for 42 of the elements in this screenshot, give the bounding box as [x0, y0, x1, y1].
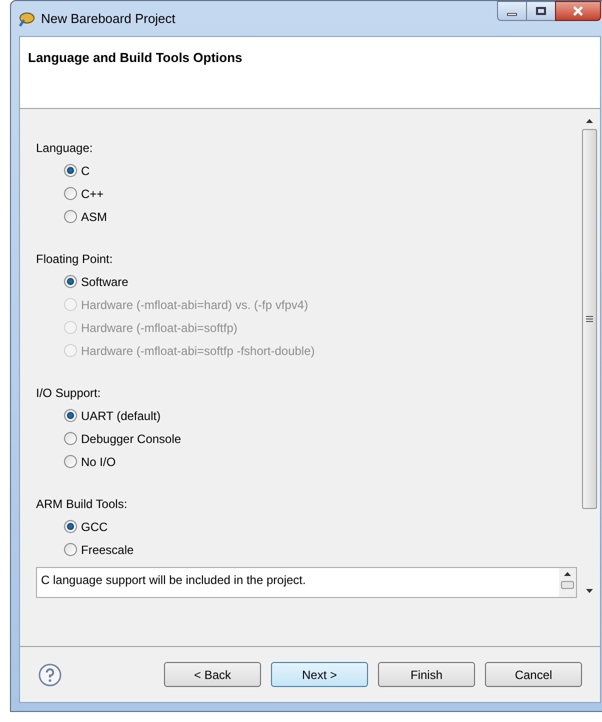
description-scrollbar[interactable] [559, 568, 576, 597]
radio-option[interactable]: GCC [64, 515, 108, 538]
help-icon[interactable] [38, 662, 62, 686]
group-label: ARM Build Tools: [36, 496, 128, 513]
scroll-thumb[interactable] [561, 581, 574, 589]
window-title: New Bareboard Project [41, 10, 176, 28]
radio-button[interactable] [64, 543, 77, 556]
close-button[interactable] [555, 1, 601, 21]
maximize-button[interactable] [527, 1, 555, 21]
description-text: C language support will be included in the project. [40, 572, 307, 589]
radio-option[interactable]: C++ [64, 182, 104, 205]
radio-button[interactable] [64, 409, 77, 422]
minimize-button[interactable] [497, 1, 527, 21]
radio-option[interactable]: Debugger Console [64, 427, 182, 450]
grip-icon [586, 316, 593, 322]
radio-button[interactable] [64, 432, 77, 445]
scroll-down-icon [586, 589, 593, 593]
radio-button[interactable] [64, 275, 77, 288]
radio-option[interactable]: Freescale [64, 538, 134, 561]
radio-button[interactable] [64, 210, 77, 223]
dialog-button[interactable]: < Back [164, 662, 261, 687]
page-title: Language and Build Tools Options [28, 49, 244, 67]
scroll-up-icon [586, 119, 593, 123]
radio-button[interactable] [64, 164, 77, 177]
scroll-thumb[interactable] [582, 129, 597, 509]
radio-option[interactable]: No I/O [64, 450, 116, 473]
radio-option[interactable]: ASM [64, 205, 108, 228]
group-label: Floating Point: [36, 251, 114, 268]
close-icon [572, 6, 584, 16]
radio-button[interactable] [64, 520, 77, 533]
dialog-button[interactable]: Next > [271, 662, 368, 687]
scroll-up-icon [564, 572, 571, 576]
dialog-button[interactable]: Cancel [485, 662, 582, 687]
group-label: I/O Support: [36, 385, 102, 402]
radio-option[interactable]: Software [64, 270, 128, 293]
dialog-button[interactable]: Finish [378, 662, 475, 687]
radio-button[interactable] [64, 187, 77, 200]
app-icon [17, 10, 35, 26]
radio-option[interactable]: C [64, 159, 90, 182]
radio-option[interactable]: UART (default) [64, 404, 161, 427]
group-label: Language: [36, 140, 94, 157]
radio-button[interactable] [64, 455, 77, 468]
